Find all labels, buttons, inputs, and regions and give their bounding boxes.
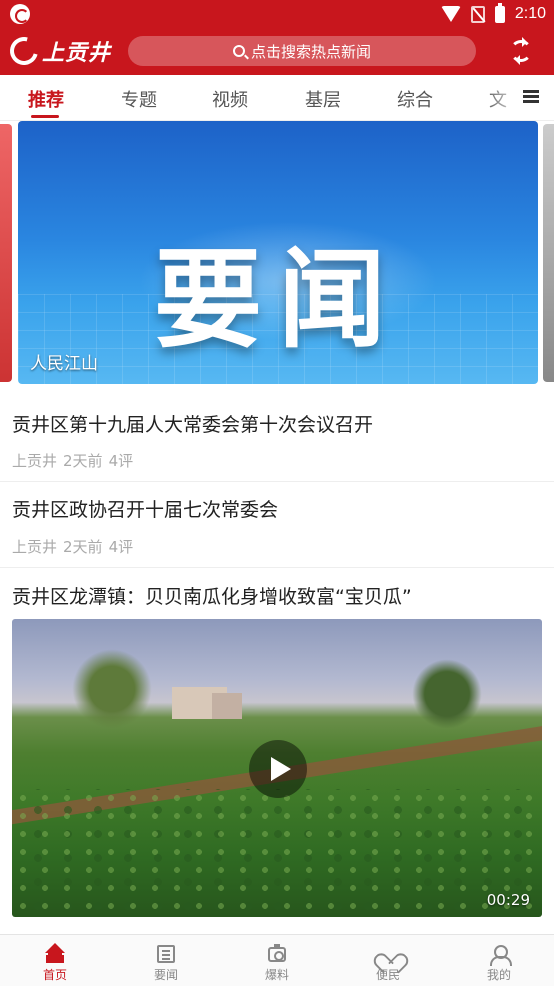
refresh-icon[interactable] — [510, 37, 532, 65]
nav-mine[interactable]: 我的 — [444, 935, 554, 986]
video-scene-field — [12, 789, 542, 917]
carousel-prev-slide[interactable] — [0, 124, 12, 382]
video-thumbnail[interactable]: 00:29 — [12, 619, 542, 917]
user-icon — [490, 945, 512, 966]
camera-icon — [268, 944, 286, 962]
news-comments: 4评 — [108, 538, 134, 556]
banner-caption: 人民江山 — [30, 354, 98, 374]
tab-general[interactable]: 综合 — [397, 86, 433, 112]
search-icon — [232, 45, 245, 57]
play-icon[interactable] — [249, 740, 307, 798]
nav-label: 要闻 — [153, 968, 178, 982]
nav-services[interactable]: 便民 — [333, 935, 443, 986]
search-bar[interactable]: 点击搜索热点新闻 — [128, 36, 476, 66]
nav-home[interactable]: 首页 — [0, 935, 110, 986]
tab-topics[interactable]: 专题 — [121, 86, 157, 112]
app-notification-icon — [10, 4, 30, 24]
menu-icon[interactable] — [523, 90, 539, 103]
news-time: 2天前 — [63, 452, 103, 470]
status-bar: 2:10 — [0, 0, 554, 28]
no-sim-icon — [470, 5, 485, 23]
video-scene-tree — [412, 659, 482, 729]
app-header: 上贡井 点击搜索热点新闻 — [0, 28, 554, 75]
logo-text: 上贡井 — [42, 40, 112, 66]
active-tab-indicator — [31, 115, 59, 118]
nav-report[interactable]: 爆料 — [222, 935, 332, 986]
nav-label: 首页 — [42, 968, 67, 982]
battery-icon — [494, 2, 505, 23]
news-item[interactable]: 贡井区政协召开十届七次常委会 上贡井 2天前 4评 — [0, 482, 554, 568]
banner-slide[interactable]: 要闻 人民江山 — [18, 121, 538, 384]
tab-grassroots[interactable]: 基层 — [305, 86, 341, 112]
news-source: 上贡井 — [12, 452, 58, 470]
nav-news[interactable]: 要闻 — [111, 935, 221, 986]
category-tabs: 推荐 专题 视频 基层 综合 文 — [0, 75, 554, 121]
news-title: 贡井区第十九届人大常委会第十次会议召开 — [12, 414, 374, 436]
tab-fade — [484, 75, 524, 120]
app-logo[interactable]: 上贡井 — [4, 31, 112, 71]
wifi-icon — [440, 6, 461, 22]
newspaper-icon — [157, 945, 175, 963]
nav-label: 我的 — [486, 968, 511, 982]
nav-label: 爆料 — [264, 968, 289, 982]
news-item[interactable]: 贡井区第十九届人大常委会第十次会议召开 上贡井 2天前 4评 — [0, 384, 554, 482]
home-icon — [45, 943, 65, 963]
logo-mark-icon — [4, 31, 44, 71]
tab-recommend[interactable]: 推荐 — [28, 86, 64, 112]
banner-title: 要闻 — [153, 238, 402, 363]
news-comments: 4评 — [108, 452, 134, 470]
carousel-next-slide[interactable] — [543, 124, 554, 382]
search-placeholder: 点击搜索热点新闻 — [250, 42, 371, 61]
news-title: 贡井区政协召开十届七次常委会 — [12, 499, 279, 521]
video-duration: 00:29 — [486, 891, 530, 909]
status-time: 2:10 — [514, 5, 546, 22]
top-bar: 2:10 上贡井 点击搜索热点新闻 — [0, 0, 554, 75]
status-icons: 2:10 — [440, 2, 546, 25]
tab-video[interactable]: 视频 — [212, 86, 248, 112]
news-meta: 上贡井 2天前 4评 — [12, 450, 139, 471]
news-time: 2天前 — [63, 538, 103, 556]
news-meta: 上贡井 2天前 4评 — [12, 536, 139, 557]
news-title: 贡井区龙潭镇：贝贝南瓜化身增收致富“宝贝瓜” — [12, 586, 412, 608]
bottom-navigation: 首页 要闻 爆料 便民 我的 — [0, 934, 554, 986]
video-scene-trees — [72, 649, 152, 729]
nav-label: 便民 — [375, 968, 400, 982]
heart-icon — [379, 945, 399, 963]
video-scene-house — [212, 693, 242, 719]
news-source: 上贡井 — [12, 538, 58, 556]
